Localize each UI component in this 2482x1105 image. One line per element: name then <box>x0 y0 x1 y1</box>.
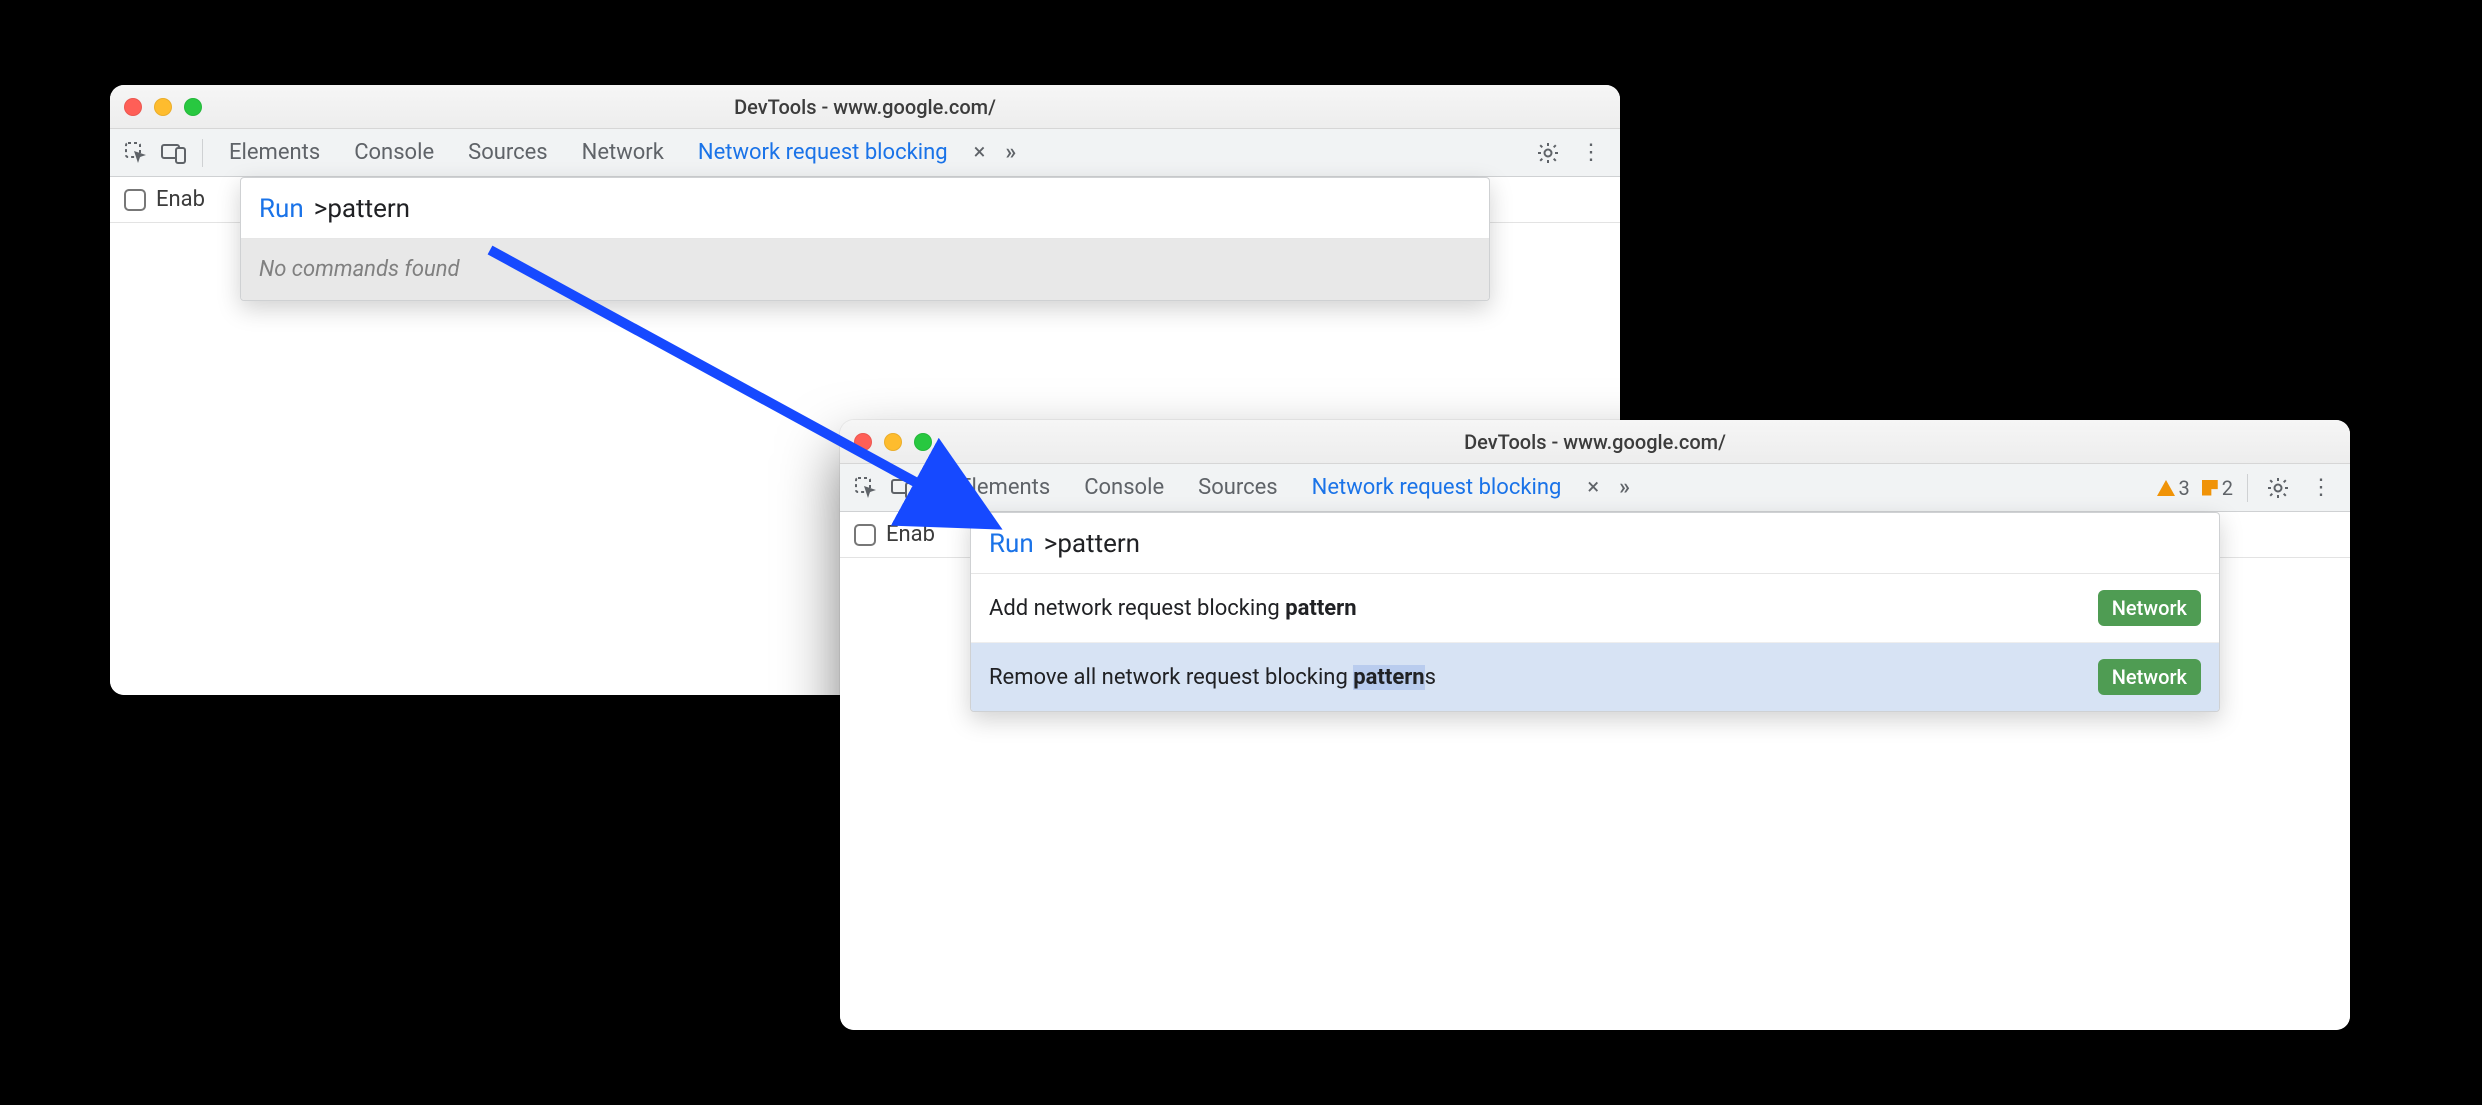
more-tabs-icon[interactable]: » <box>997 140 1024 165</box>
separator <box>932 474 933 502</box>
tab-sources[interactable]: Sources <box>454 134 562 171</box>
command-result-badge: Network <box>2098 590 2201 626</box>
tab-console[interactable]: Console <box>1070 469 1178 506</box>
tab-close-icon[interactable]: × <box>1581 475 1605 500</box>
settings-icon[interactable] <box>1528 141 1568 165</box>
command-result-text: Add network request blocking pattern <box>989 596 1357 621</box>
command-empty-state: No commands found <box>241 239 1489 300</box>
warnings-indicator[interactable]: 3 <box>2157 476 2190 500</box>
more-options-icon[interactable]: ⋮ <box>2302 475 2340 500</box>
titlebar: DevTools - www.google.com/ <box>840 420 2350 464</box>
command-result-badge: Network <box>2098 659 2201 695</box>
traffic-lights <box>854 433 932 451</box>
command-query-text: >pattern <box>1044 529 1140 559</box>
window-zoom-button[interactable] <box>914 433 932 451</box>
tab-network-request-blocking[interactable]: Network request blocking <box>684 134 962 171</box>
enable-blocking-checkbox[interactable] <box>854 524 876 546</box>
window-title: DevTools - www.google.com/ <box>110 95 1620 119</box>
device-toolbar-icon[interactable] <box>888 472 920 504</box>
tab-close-icon[interactable]: × <box>968 140 992 165</box>
command-input-row[interactable]: Run >pattern <box>241 178 1489 239</box>
tab-sources[interactable]: Sources <box>1184 469 1292 506</box>
settings-icon[interactable] <box>2258 476 2298 500</box>
device-toolbar-icon[interactable] <box>158 137 190 169</box>
traffic-lights <box>124 98 202 116</box>
more-tabs-icon[interactable]: » <box>1611 475 1638 500</box>
window-title: DevTools - www.google.com/ <box>840 430 2350 454</box>
issue-icon <box>2202 480 2218 496</box>
window-minimize-button[interactable] <box>154 98 172 116</box>
enable-blocking-label-partial: Enab <box>886 522 935 547</box>
command-result[interactable]: Add network request blocking pattern Net… <box>971 574 2219 642</box>
command-query-text: >pattern <box>314 194 410 224</box>
warning-icon <box>2157 480 2175 496</box>
tab-network-request-blocking[interactable]: Network request blocking <box>1298 469 1576 506</box>
command-result[interactable]: Remove all network request blocking patt… <box>971 642 2219 711</box>
inspect-icon[interactable] <box>120 137 152 169</box>
command-menu: Run >pattern Add network request blockin… <box>970 512 2220 712</box>
tab-console[interactable]: Console <box>340 134 448 171</box>
separator <box>2247 474 2248 502</box>
inspect-icon[interactable] <box>850 472 882 504</box>
command-input-row[interactable]: Run >pattern <box>971 513 2219 574</box>
window-minimize-button[interactable] <box>884 433 902 451</box>
window-close-button[interactable] <box>124 98 142 116</box>
titlebar: DevTools - www.google.com/ <box>110 85 1620 129</box>
tab-network[interactable]: Network <box>568 134 678 171</box>
issues-count: 2 <box>2222 476 2233 500</box>
devtools-toolbar: Elements Console Sources Network request… <box>840 464 2350 512</box>
enable-blocking-checkbox[interactable] <box>124 189 146 211</box>
command-menu: Run >pattern No commands found <box>240 177 1490 301</box>
window-zoom-button[interactable] <box>184 98 202 116</box>
enable-blocking-label-partial: Enab <box>156 187 205 212</box>
separator <box>202 139 203 167</box>
more-options-icon[interactable]: ⋮ <box>1572 140 1610 165</box>
warnings-count: 3 <box>2179 476 2190 500</box>
issues-indicator[interactable]: 2 <box>2202 476 2233 500</box>
command-result-text: Remove all network request blocking patt… <box>989 665 1436 690</box>
devtools-toolbar: Elements Console Sources Network Network… <box>110 129 1620 177</box>
devtools-window-b: DevTools - www.google.com/ Elements Cons… <box>840 420 2350 1030</box>
command-run-label: Run <box>259 194 304 224</box>
tab-elements[interactable]: Elements <box>945 469 1064 506</box>
tab-elements[interactable]: Elements <box>215 134 334 171</box>
command-run-label: Run <box>989 529 1034 559</box>
window-close-button[interactable] <box>854 433 872 451</box>
